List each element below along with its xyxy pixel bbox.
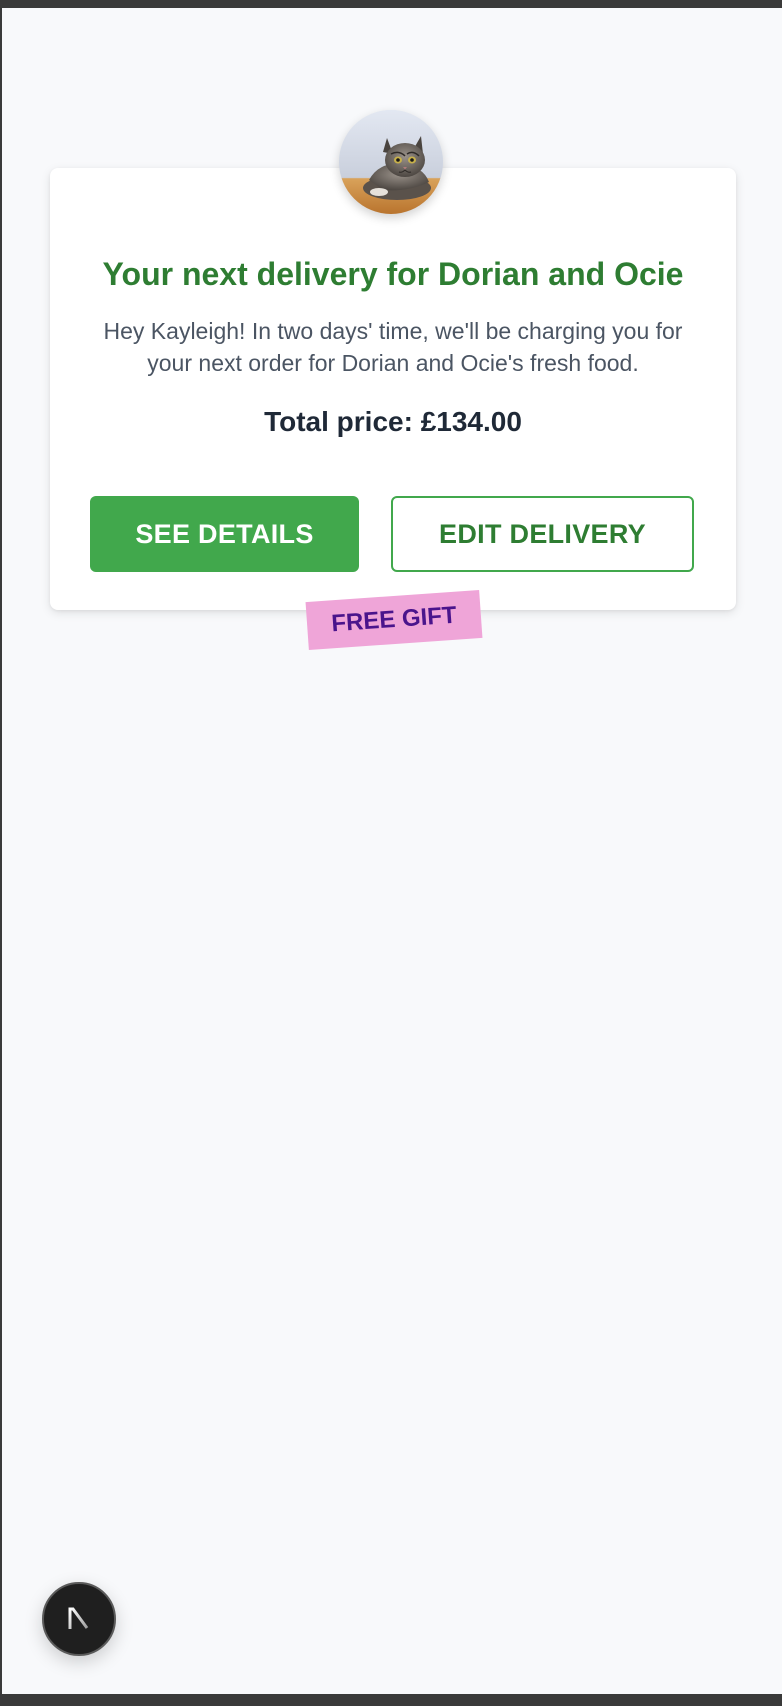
total-price: Total price: £134.00 bbox=[264, 406, 522, 437]
delivery-card: Your next delivery for Dorian and Ocie H… bbox=[50, 168, 736, 610]
cat-avatar-image bbox=[339, 110, 443, 214]
page-viewport: Your next delivery for Dorian and Ocie H… bbox=[2, 8, 782, 1694]
nextjs-dev-indicator-button[interactable] bbox=[42, 1582, 116, 1656]
cat-photo-icon bbox=[339, 110, 443, 214]
nextjs-logo-icon bbox=[68, 1607, 89, 1629]
delivery-message: Hey Kayleigh! In two days' time, we'll b… bbox=[103, 318, 683, 376]
see-details-button[interactable]: SEE DETAILS bbox=[90, 496, 359, 572]
edit-delivery-button[interactable]: EDIT DELIVERY bbox=[391, 496, 694, 572]
delivery-title: Your next delivery for Dorian and Ocie bbox=[102, 256, 684, 292]
